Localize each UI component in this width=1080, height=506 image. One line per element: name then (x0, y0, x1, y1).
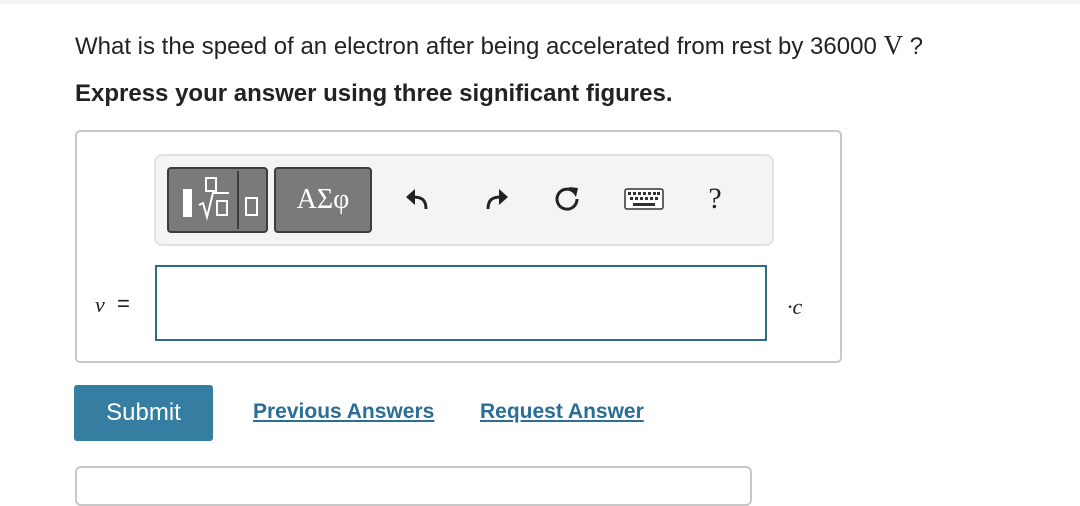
answer-unit: ·c (787, 294, 803, 319)
answer-panel: ΑΣφ ? v = ·c (75, 130, 842, 363)
greek-letters-button[interactable]: ΑΣφ (274, 167, 372, 233)
undo-icon (406, 189, 428, 210)
submit-button[interactable]: Submit (74, 385, 213, 441)
question-suffix: ? (909, 33, 923, 60)
question-text: What is the speed of an electron after b… (75, 30, 923, 61)
help-button[interactable]: ? (696, 174, 734, 224)
reset-icon (555, 187, 579, 211)
instruction-text: Express your answer using three signific… (75, 80, 673, 107)
keyboard-icon (624, 188, 664, 210)
next-part-panel (75, 466, 752, 506)
keyboard-button[interactable] (622, 174, 666, 224)
templates-button[interactable] (167, 167, 268, 233)
answer-input[interactable] (155, 265, 767, 341)
question-prefix: What is the speed of an electron after b… (75, 33, 877, 60)
question-unit: V (883, 30, 903, 60)
redo-button[interactable] (477, 174, 515, 224)
variable-label: v (95, 292, 105, 317)
redo-icon (486, 189, 508, 210)
equals-sign: = (117, 291, 130, 316)
templates-icon (183, 171, 258, 229)
top-divider (0, 0, 1080, 4)
request-answer-link[interactable]: Request Answer (480, 400, 644, 424)
undo-button[interactable] (399, 174, 437, 224)
previous-answers-link[interactable]: Previous Answers (253, 400, 434, 424)
math-toolbar: ΑΣφ ? (154, 154, 774, 246)
help-icon: ? (708, 182, 722, 215)
reset-button[interactable] (548, 174, 586, 224)
